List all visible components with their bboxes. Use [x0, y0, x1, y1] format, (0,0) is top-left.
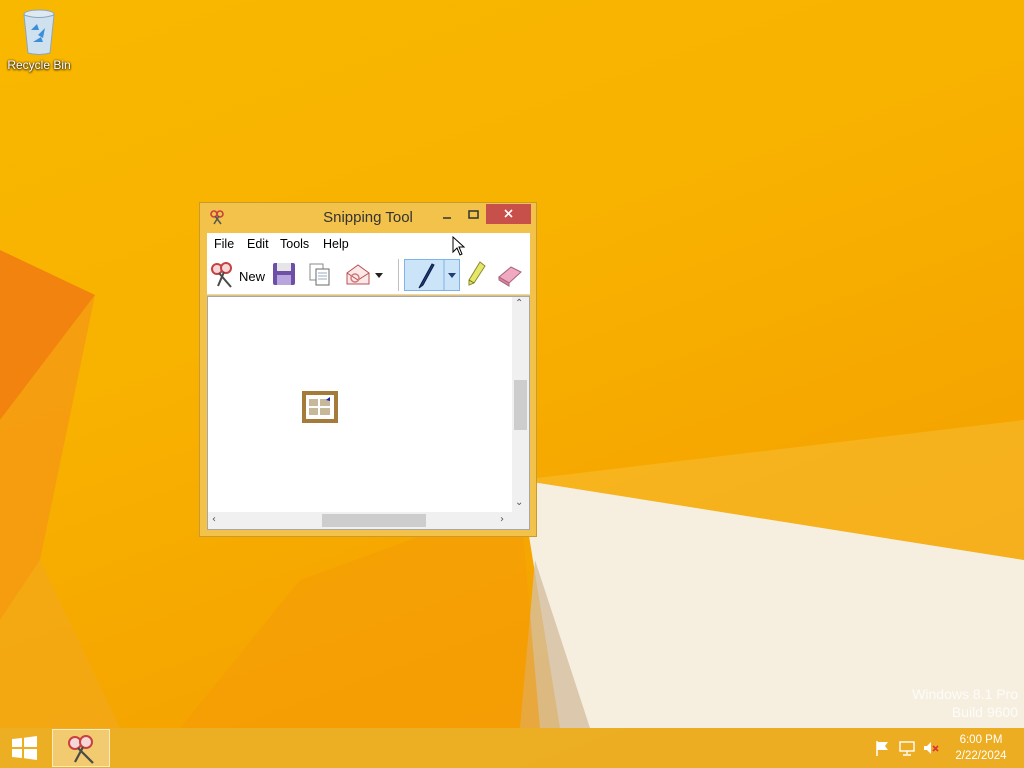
watermark-line1: Windows 8.1 Pro — [912, 686, 1018, 702]
close-icon — [504, 209, 513, 218]
snip-canvas[interactable]: ⌃ ⌄ ‹ › — [207, 296, 530, 530]
minimize-button[interactable] — [433, 204, 461, 224]
menu-help[interactable]: Help — [323, 237, 349, 251]
horizontal-scrollbar[interactable]: ‹ › — [208, 512, 513, 529]
scroll-up-icon[interactable]: ⌃ — [515, 298, 523, 309]
snip-image — [302, 391, 338, 423]
copy-button[interactable] — [307, 259, 333, 291]
new-snip-button[interactable]: New — [209, 259, 265, 291]
clock-date: 2/22/2024 — [955, 750, 1007, 762]
close-button[interactable] — [486, 204, 531, 224]
menu-edit[interactable]: Edit — [247, 237, 269, 251]
menu-file[interactable]: File — [214, 237, 234, 251]
clock-time: 6:00 PM — [959, 734, 1003, 746]
save-icon — [273, 263, 295, 285]
maximize-button[interactable] — [460, 204, 488, 224]
scroll-left-icon[interactable]: ‹ — [212, 514, 216, 525]
desktop-icon-recycle-bin[interactable]: Recycle Bin — [4, 6, 74, 76]
os-watermark: Windows 8.1 Pro Build 9600 — [912, 685, 1018, 721]
taskbar-snipping-tool[interactable] — [52, 729, 110, 767]
highlighter-button[interactable] — [463, 259, 489, 291]
start-button[interactable] — [0, 728, 48, 768]
eraser-icon — [498, 266, 522, 287]
save-button[interactable] — [271, 259, 297, 291]
title-bar[interactable]: Snipping Tool — [200, 203, 536, 231]
scroll-right-icon[interactable]: › — [500, 514, 504, 525]
eraser-button[interactable] — [495, 259, 523, 291]
pen-button[interactable] — [404, 259, 460, 291]
desktop-icon-label: Recycle Bin — [7, 58, 71, 72]
minimize-icon — [443, 217, 451, 219]
watermark-line2: Build 9600 — [951, 704, 1018, 720]
send-snip-icon — [346, 264, 370, 285]
vertical-scroll-thumb[interactable] — [514, 380, 527, 430]
scissors-icon — [211, 262, 232, 288]
toolbar: New — [207, 255, 530, 295]
scroll-down-icon[interactable]: ⌄ — [515, 497, 523, 508]
chevron-down-icon — [448, 273, 456, 278]
scissors-icon — [68, 735, 94, 764]
snipping-tool-window: Snipping Tool File Edit Tools Help New ⌃… — [199, 202, 537, 537]
highlighter-icon — [468, 261, 486, 286]
network-icon[interactable] — [898, 739, 916, 757]
toolbar-separator — [398, 259, 399, 291]
send-snip-button[interactable] — [344, 259, 386, 291]
action-center-flag-icon[interactable] — [874, 739, 892, 757]
mouse-cursor-icon — [452, 236, 466, 256]
taskbar: 6:00 PM 2/22/2024 — [0, 728, 1024, 768]
maximize-icon — [468, 210, 479, 219]
vertical-scrollbar[interactable]: ⌃ ⌄ — [512, 297, 529, 513]
menu-bar: File Edit Tools Help — [207, 233, 530, 255]
system-clock[interactable]: 6:00 PM 2/22/2024 — [946, 732, 1016, 764]
horizontal-scroll-thumb[interactable] — [322, 514, 426, 527]
copy-icon — [309, 263, 330, 286]
recycle-bin-icon — [23, 9, 55, 55]
menu-tools[interactable]: Tools — [280, 237, 309, 251]
chevron-down-icon — [375, 273, 383, 278]
pen-icon — [418, 260, 445, 290]
new-label: New — [239, 269, 266, 284]
volume-muted-icon[interactable] — [922, 739, 940, 757]
windows-logo-icon — [12, 736, 37, 760]
resize-grip-icon[interactable] — [512, 512, 529, 529]
